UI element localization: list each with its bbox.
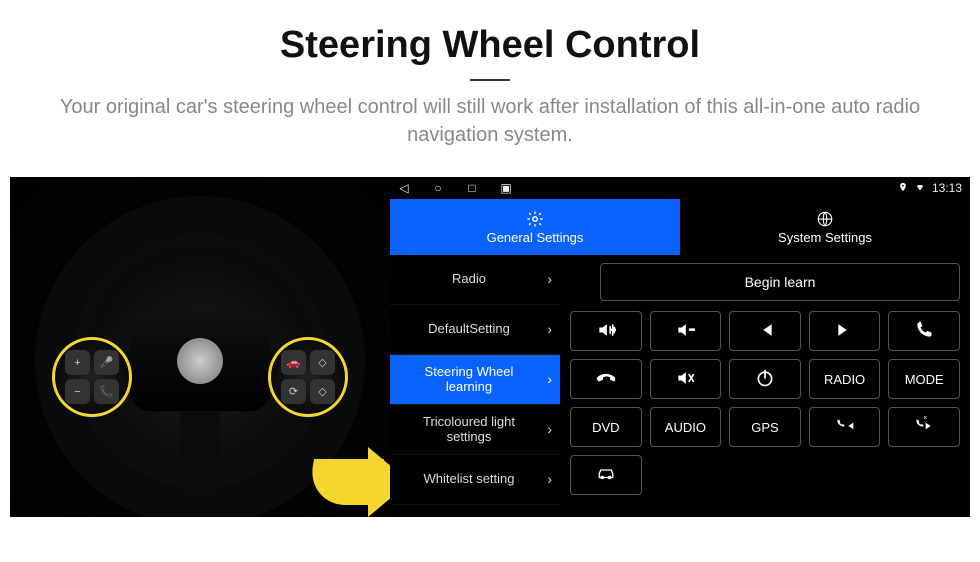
page-title: Steering Wheel Control — [40, 24, 940, 67]
status-bar: ◁ ○ □ ▣ 13:13 — [390, 177, 970, 199]
sidebar-item-tricoloured[interactable]: Tricoloured light settings › — [390, 405, 560, 455]
sidebar-label: Tricoloured light settings — [400, 415, 538, 445]
chevron-right-icon: › — [547, 271, 552, 287]
car-button[interactable] — [570, 455, 642, 495]
sidebar-item-steering-wheel[interactable]: Steering Wheel learning › — [390, 355, 560, 405]
sidebar-label: Steering Wheel learning — [400, 365, 538, 395]
wheel-btn-diamond1: ◇ — [310, 350, 335, 375]
back-icon[interactable]: ◁ — [398, 181, 410, 195]
home-icon[interactable]: ○ — [432, 181, 444, 195]
vol-up-icon: + — [596, 320, 616, 343]
wheel-btn-voice: 🎤 — [94, 350, 119, 375]
device-screen: ◁ ○ □ ▣ 13:13 — [390, 177, 970, 517]
location-icon — [898, 181, 908, 195]
globe-icon — [816, 210, 834, 228]
main-panel: Begin learn + − RADIOMODE DVDAUDIOGPS — [560, 255, 970, 517]
wheel-btn-minus: − — [65, 379, 90, 404]
gear-icon — [526, 210, 544, 228]
sidebar-item-default[interactable]: DefaultSetting › — [390, 305, 560, 355]
phone-next-icon — [914, 416, 934, 439]
radio-button[interactable]: RADIO — [809, 359, 881, 399]
svg-text:+: + — [611, 325, 616, 336]
wheel-spoke-bottom — [180, 407, 220, 497]
vol-down-icon: − — [675, 320, 695, 343]
mute-button[interactable] — [650, 359, 722, 399]
svg-text:−: − — [690, 323, 696, 336]
sidebar-label: DefaultSetting — [428, 322, 510, 337]
status-time: 13:13 — [932, 181, 962, 195]
wheel-hub — [130, 311, 270, 411]
next-icon — [835, 320, 855, 343]
wheel-right-buttons: 🚗 ◇ ⟳ ◇ — [268, 337, 348, 417]
function-button-grid: + − RADIOMODE DVDAUDIOGPS — [570, 311, 960, 447]
prev-track-button[interactable] — [729, 311, 801, 351]
begin-learn-button[interactable]: Begin learn — [600, 263, 960, 301]
wheel-btn-plus: + — [65, 350, 90, 375]
tab-general-label: General Settings — [487, 230, 584, 245]
call-button[interactable] — [888, 311, 960, 351]
call-prev-button[interactable] — [809, 407, 881, 447]
sidebar-item-whitelist[interactable]: Whitelist setting › — [390, 455, 560, 505]
chevron-right-icon: › — [547, 321, 552, 337]
hangup-button[interactable] — [570, 359, 642, 399]
wifi-icon — [914, 181, 926, 195]
car-icon — [595, 464, 617, 487]
audio-button[interactable]: AUDIO — [650, 407, 722, 447]
chevron-right-icon: › — [547, 371, 552, 387]
sidebar: Radio › DefaultSetting › Steering Wheel … — [390, 255, 560, 517]
mute-icon — [675, 368, 695, 391]
begin-learn-label: Begin learn — [745, 274, 816, 290]
wheel-btn-diamond2: ◇ — [310, 379, 335, 404]
recent-icon[interactable]: □ — [466, 181, 478, 195]
wheel-btn-rotate: ⟳ — [281, 379, 306, 404]
phone-icon — [914, 320, 934, 343]
steering-wheel-image: + 🎤 − 📞 🚗 ◇ ⟳ ◇ — [10, 177, 390, 517]
hangup-icon — [596, 368, 616, 391]
prev-icon — [755, 320, 775, 343]
tab-general-settings[interactable]: General Settings — [390, 199, 680, 255]
wheel-btn-phone: 📞 — [94, 379, 119, 404]
sidebar-label: Radio — [452, 272, 486, 287]
power-button[interactable] — [729, 359, 801, 399]
chevron-right-icon: › — [547, 421, 552, 437]
vol-down-button[interactable]: − — [650, 311, 722, 351]
wheel-btn-car: 🚗 — [281, 350, 306, 375]
tab-system-settings[interactable]: System Settings — [680, 199, 970, 255]
page-subtitle: Your original car's steering wheel contr… — [40, 93, 940, 149]
header: Steering Wheel Control Your original car… — [0, 0, 980, 159]
phone-prev-icon — [835, 416, 855, 439]
sidebar-label: Whitelist setting — [423, 472, 514, 487]
vol-up-button[interactable]: + — [570, 311, 642, 351]
dvd-button[interactable]: DVD — [570, 407, 642, 447]
next-track-button[interactable] — [809, 311, 881, 351]
call-next-button[interactable] — [888, 407, 960, 447]
wheel-left-buttons: + 🎤 − 📞 — [52, 337, 132, 417]
screenshot-icon[interactable]: ▣ — [500, 181, 512, 195]
sidebar-item-radio[interactable]: Radio › — [390, 255, 560, 305]
chevron-right-icon: › — [547, 471, 552, 487]
mode-button[interactable]: MODE — [888, 359, 960, 399]
gps-button[interactable]: GPS — [729, 407, 801, 447]
tab-system-label: System Settings — [778, 230, 872, 245]
title-divider — [470, 79, 510, 81]
tabs: General Settings System Settings — [390, 199, 970, 255]
power-icon — [755, 368, 775, 391]
